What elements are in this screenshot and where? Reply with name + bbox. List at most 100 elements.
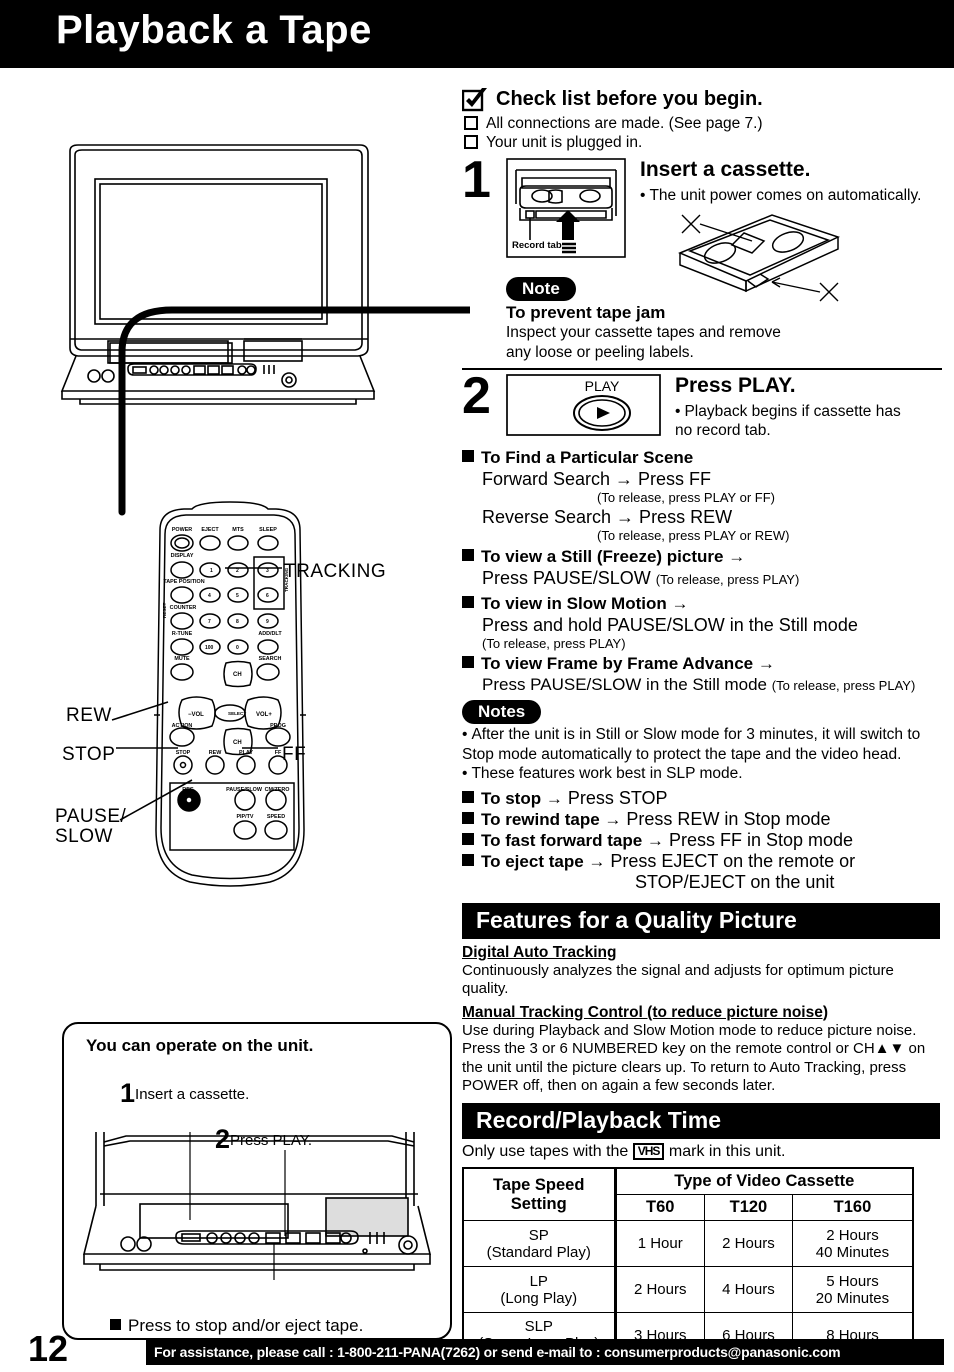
bullet-dot-icon: • <box>462 765 468 782</box>
step-1-number: 1 <box>462 151 491 209</box>
unit-box-footnote-text: Press to stop and/or eject tape. <box>128 1316 364 1335</box>
note-body: Inspect your cassette tapes and remove a… <box>506 324 781 361</box>
operation-still-picture: To view a Still (Freeze) picture → Press… <box>462 546 942 591</box>
checklist-heading-row: Check list before you begin. <box>461 88 942 112</box>
checklist-heading-text: Check list before you begin. <box>496 88 763 110</box>
feature-body-digital-auto-tracking: Continuously analyzes the signal and adj… <box>462 961 894 998</box>
divider-line <box>462 368 942 370</box>
table-row: SP (Standard Play) 1 Hour 2 Hours 2 Hour… <box>462 1220 914 1267</box>
record-playback-banner: Record/Playback Time <box>462 1102 940 1139</box>
checkmark-box-icon <box>461 88 488 112</box>
operation-head: To view in Slow Motion → <box>462 593 942 614</box>
operation-release-note: (To release, press PLAY) <box>771 678 916 693</box>
vhs-note-post: mark in this unit. <box>668 1142 786 1160</box>
table-row-header-text: Tape Speed Setting <box>493 1175 585 1213</box>
step-1-text: Insert a cassette. • The unit power comes… <box>626 158 942 309</box>
operation-head-text: To Find a Particular Scene <box>481 448 694 467</box>
quick-op-rewind: To rewind tape → Press REW in Stop mode <box>462 809 942 830</box>
operation-line: Forward Search → Press FF <box>482 469 712 489</box>
callout-pause-slow: PAUSE/ SLOW <box>55 807 126 847</box>
checklist-item[interactable]: Your unit is plugged in. <box>464 133 942 152</box>
quick-op-bold: To stop → <box>481 788 563 808</box>
table-cell-speed: SP (Standard Play) <box>462 1220 616 1267</box>
operation-line-text: Press PAUSE/SLOW <box>482 568 651 588</box>
callout-stop: STOP <box>62 744 116 765</box>
unit-step-1-text: Insert a cassette. <box>135 1086 250 1103</box>
unit-step-1: 1Insert a cassette. <box>120 1078 249 1109</box>
speed-label: SP <box>528 1226 549 1244</box>
quick-op-stop: To stop → Press STOP <box>462 788 942 809</box>
table-cell-speed: LP (Long Play) <box>462 1266 616 1313</box>
bullet-square-icon <box>462 596 474 608</box>
step-2-text: Press PLAY. • Playback begins if cassette… <box>661 374 942 440</box>
unit-box-footnote: Press to stop and/or eject tape. <box>110 1316 363 1336</box>
speed-label: LP <box>529 1272 548 1290</box>
operation-slow-motion: To view in Slow Motion → Press and hold … <box>462 593 942 651</box>
speed-sub: (Standard Play) <box>486 1243 591 1261</box>
step-2: 2 PLAY Press PLAY. • Playback begins if c… <box>462 367 942 441</box>
operation-line: Reverse Search → Press REW <box>482 507 733 527</box>
quick-op-bold: To rewind tape → <box>481 809 622 829</box>
checklist-item-label: Your unit is plugged in. <box>486 134 643 151</box>
step-2-figure: PLAY <box>506 374 661 441</box>
play-button-label: PLAY <box>585 378 620 394</box>
feature-head-manual-tracking: Manual Tracking Control (to reduce pictu… <box>462 1003 829 1021</box>
unit-step-2-number: 2 <box>215 1124 231 1154</box>
operation-head: To view a Still (Freeze) picture → <box>462 546 942 567</box>
quick-operations-list: To stop → Press STOP To rewind tape → Pr… <box>462 788 942 893</box>
checklist-item[interactable]: All connections are made. (See page 7.) <box>464 114 942 133</box>
record-tab-label: Record tab <box>512 240 562 251</box>
bullet-square-icon <box>462 790 474 803</box>
step-1-bullet-text: The unit power comes on automatically. <box>649 187 922 204</box>
operation-head-text: To view in Slow Motion → <box>481 594 689 613</box>
feature-body-manual-tracking: Use during Playback and Slow Motion mode… <box>462 1021 926 1095</box>
callout-rew: REW <box>66 705 112 726</box>
bullet-square-icon <box>462 811 474 824</box>
notes-item-text: These features work best in SLP mode. <box>471 765 743 782</box>
callout-pause-slow-line2: SLOW <box>55 826 113 847</box>
unit-box-leaders <box>64 1024 454 1342</box>
unit-step-1-number: 1 <box>120 1078 136 1108</box>
operate-on-unit-box: You can operate on the unit. <box>62 1022 452 1340</box>
bullet-square-icon <box>462 832 474 845</box>
notes-item: • These features work best in SLP mode. <box>462 764 942 784</box>
speed-label: SLP <box>524 1318 553 1336</box>
unit-step-2-text: Press PLAY. <box>230 1132 313 1149</box>
table-header-row: Tape Speed Setting Type of Video Cassett… <box>462 1167 914 1221</box>
step-1-bullet: • The unit power comes on automatically. <box>640 186 942 205</box>
bullet-square-icon <box>462 853 474 866</box>
operation-release-note: (To release, press PLAY or REW) <box>597 528 790 543</box>
step-2-number: 2 <box>462 367 491 425</box>
operation-release-note: (To release, press PLAY or FF) <box>597 490 775 505</box>
page-number: 12 <box>28 1328 69 1369</box>
cassette-label-warning-illustration <box>678 214 840 302</box>
table-cell: 1 Hour <box>613 1220 705 1267</box>
features-banner: Features for a Quality Picture <box>462 902 940 939</box>
operation-frame-advance: To view Frame by Frame Advance → Press P… <box>462 653 942 696</box>
table-col-group-header: Type of Video Cassette <box>613 1167 914 1195</box>
callout-ff: FF <box>282 744 307 765</box>
operation-line: Press PAUSE/SLOW (To release, press PLAY… <box>482 567 942 591</box>
right-column: Check list before you begin. All connect… <box>461 88 942 1360</box>
vhs-note: Only use tapes with the VHS mark in this… <box>462 1142 942 1162</box>
bullet-square-icon <box>110 1319 121 1330</box>
operation-head: To view Frame by Frame Advance → <box>462 653 942 674</box>
table-row: LP (Long Play) 2 Hours 4 Hours 5 Hours 2… <box>462 1266 914 1313</box>
callout-pause-slow-line1: PAUSE/ <box>55 806 127 827</box>
bullet-dot-icon: • <box>675 403 681 420</box>
vhs-note-pre: Only use tapes with the <box>462 1142 629 1160</box>
operation-release-note: (To release, press PLAY) <box>482 636 626 651</box>
table-cell: 4 Hours <box>703 1266 793 1313</box>
speed-sub: (Long Play) <box>500 1289 578 1307</box>
operation-line: Press PAUSE/SLOW in the Still mode (To r… <box>482 674 942 696</box>
quick-op-bold: To fast forward tape → <box>481 830 664 850</box>
quick-op-rest: Press STOP <box>562 787 668 808</box>
notes-block: Notes • After the unit is in Still or Slo… <box>462 700 942 784</box>
operation-release-note: (To release, press PLAY) <box>655 572 800 587</box>
checkbox-icon[interactable] <box>464 116 478 130</box>
table-cell: 2 Hours <box>613 1266 705 1313</box>
record-playback-time-table: Tape Speed Setting Type of Video Cassett… <box>462 1167 914 1360</box>
quick-op-rest: Press EJECT on the remote or <box>605 850 856 871</box>
bullet-dot-icon: • <box>462 726 468 743</box>
checkbox-icon[interactable] <box>464 135 478 149</box>
